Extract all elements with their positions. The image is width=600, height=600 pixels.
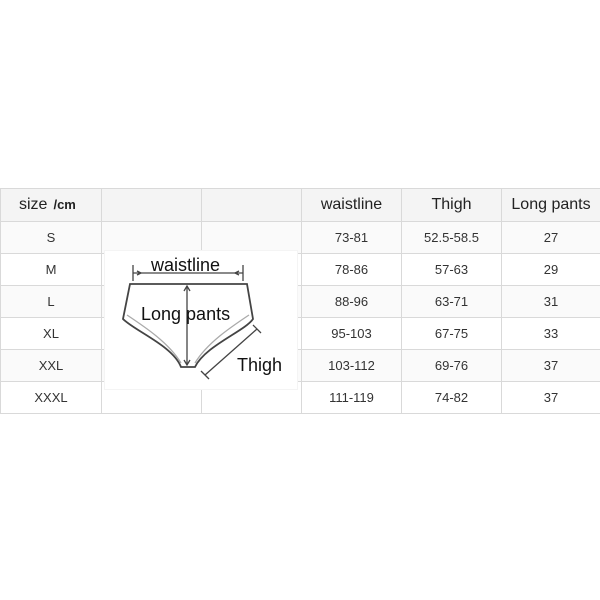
thigh-cell: 74-82 [401, 381, 502, 414]
waistline-cell: 78-86 [301, 253, 402, 286]
long-pants-cell: 27 [501, 221, 600, 254]
thigh-cell: 52.5-58.5 [401, 221, 502, 254]
thigh-cell: 69-76 [401, 349, 502, 382]
size-cell: M [0, 253, 102, 286]
size-cell: XXL [0, 349, 102, 382]
waistline-cell: 95-103 [301, 317, 402, 350]
waistline-cell: 88-96 [301, 285, 402, 318]
thigh-cell: 57-63 [401, 253, 502, 286]
waistline-cell: 103-112 [301, 349, 402, 382]
size-header-label: size [19, 196, 48, 213]
blank-cell [201, 221, 302, 254]
blank-cell [101, 221, 202, 254]
waistline-cell: 111-119 [301, 381, 402, 414]
table-header-row: size/cm waistline Thigh Long pants [0, 188, 600, 222]
size-chart-table: size/cm waistline Thigh Long pants S 73-8… [0, 188, 600, 414]
table-row: XL 95-103 67-75 33 [0, 317, 600, 350]
thigh-header: Thigh [401, 188, 502, 222]
waistline-header: waistline [301, 188, 402, 222]
blank-header-cell [101, 188, 202, 222]
table-row: XXXL 111-119 74-82 37 [0, 381, 600, 414]
blank-header-cell [201, 188, 302, 222]
long-pants-cell: 37 [501, 349, 600, 382]
underwear-measurement-diagram: waistline Long pants Thigh [104, 250, 298, 390]
diagram-thigh-label: Thigh [237, 355, 283, 375]
table-row: M 78-86 57-63 29 [0, 253, 600, 286]
table-row: L 88-96 63-71 31 [0, 285, 600, 318]
thigh-cell: 63-71 [401, 285, 502, 318]
diagram-waist-label: waistline [151, 255, 221, 275]
table-row: S 73-81 52.5-58.5 27 [0, 221, 600, 254]
size-cell: XXXL [0, 381, 102, 414]
long-pants-cell: 33 [501, 317, 600, 350]
size-cell: S [0, 221, 102, 254]
diagram-length-label: Long pants [141, 304, 231, 324]
long-pants-cell: 29 [501, 253, 600, 286]
long-pants-cell: 37 [501, 381, 600, 414]
size-cell: L [0, 285, 102, 318]
long-pants-cell: 31 [501, 285, 600, 318]
size-cell: XL [0, 317, 102, 350]
unit-label: /cm [53, 197, 76, 212]
thigh-cell: 67-75 [401, 317, 502, 350]
waistline-cell: 73-81 [301, 221, 402, 254]
long-pants-header: Long pants [501, 188, 600, 222]
table-row: XXL 103-112 69-76 37 [0, 349, 600, 382]
size-header-cell: size/cm [0, 188, 102, 222]
